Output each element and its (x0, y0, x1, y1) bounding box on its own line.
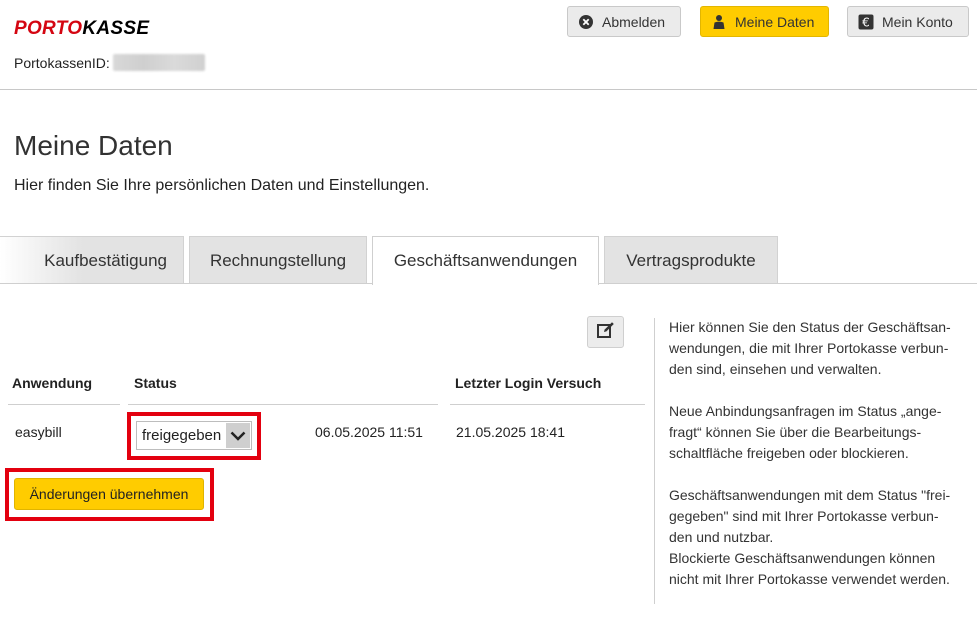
page-title: Meine Daten (14, 130, 173, 161)
edit-button[interactable] (587, 316, 624, 348)
tab-rechnungstellung[interactable]: Rechnungstellung (189, 236, 367, 284)
help-line: Geschäftsanwendungen mit dem Status "fre… (669, 487, 951, 503)
sidebar-divider (654, 318, 655, 604)
tab-kaufbestaetigung[interactable]: Kaufbestätigung (0, 236, 184, 284)
portokassen-id-value-redacted (112, 54, 205, 71)
status-select[interactable]: freigegeben (136, 421, 252, 450)
application-name: easybill (15, 424, 62, 440)
help-line: Neue Anbindungsanfragen im Status „ange- (669, 403, 942, 419)
person-icon (711, 14, 727, 30)
column-divider (450, 404, 645, 405)
help-line: schaltfläche freigeben oder blockieren. (669, 445, 909, 461)
application-date: 06.05.2025 11:51 (315, 424, 423, 440)
my-data-label: Meine Daten (735, 13, 815, 30)
help-line: nicht mit Ihrer Portokasse verwendet wer… (669, 571, 950, 587)
header-divider (0, 89, 977, 90)
logo-part-porto: PORTO (14, 18, 83, 39)
help-line: wendungen, die mit Ihrer Portokasse verb… (669, 340, 949, 356)
edit-icon (596, 320, 616, 345)
help-text: Hier können Sie den Status der Geschäfts… (669, 317, 969, 590)
tab-bar: Kaufbestätigung Rechnungstellung Geschäf… (0, 236, 977, 285)
help-line: gegeben" sind mit Ihrer Portokasse verbu… (669, 508, 939, 524)
euro-icon: € (858, 14, 874, 30)
my-account-button[interactable]: € Mein Konto (847, 6, 969, 37)
tab-vertragsprodukte[interactable]: Vertragsprodukte (604, 236, 778, 284)
help-line: den sind, einsehen und verwalten. (669, 361, 882, 377)
help-line: den und nutzbar. (669, 529, 774, 545)
column-header-status: Status (134, 375, 177, 391)
column-divider (8, 404, 120, 405)
my-account-label: Mein Konto (882, 13, 953, 30)
status-select-value: freigegeben (142, 427, 222, 444)
svg-text:€: € (862, 15, 870, 29)
portokasse-logo[interactable]: PORTOKASSE (14, 18, 149, 40)
page-subtitle: Hier finden Sie Ihre persönlichen Daten … (14, 177, 430, 194)
column-divider (128, 404, 438, 405)
my-data-button[interactable]: Meine Daten (700, 6, 829, 37)
help-line: Blockierte Geschäftsanwendungen können (669, 550, 936, 566)
logo-part-kasse: KASSE (82, 18, 150, 39)
logout-label: Abmelden (602, 13, 666, 30)
last-login-value: 21.05.2025 18:41 (456, 424, 565, 440)
help-line: Hier können Sie den Status der Geschäfts… (669, 319, 951, 335)
apply-changes-button[interactable]: Änderungen übernehmen (14, 478, 204, 510)
column-header-last-login: Letzter Login Versuch (455, 375, 602, 391)
logout-button[interactable]: Abmelden (567, 6, 681, 37)
tab-geschaeftsanwendungen[interactable]: Geschäftsanwendungen (372, 236, 599, 285)
chevron-down-icon (226, 423, 250, 448)
column-header-application: Anwendung (12, 375, 93, 391)
portokassen-id-label: PortokassenID: (14, 54, 110, 71)
help-line: fragt“ können Sie über die Bearbeitungs- (669, 424, 922, 440)
portokassen-id: PortokassenID: (14, 54, 205, 71)
close-circle-icon (578, 14, 594, 30)
